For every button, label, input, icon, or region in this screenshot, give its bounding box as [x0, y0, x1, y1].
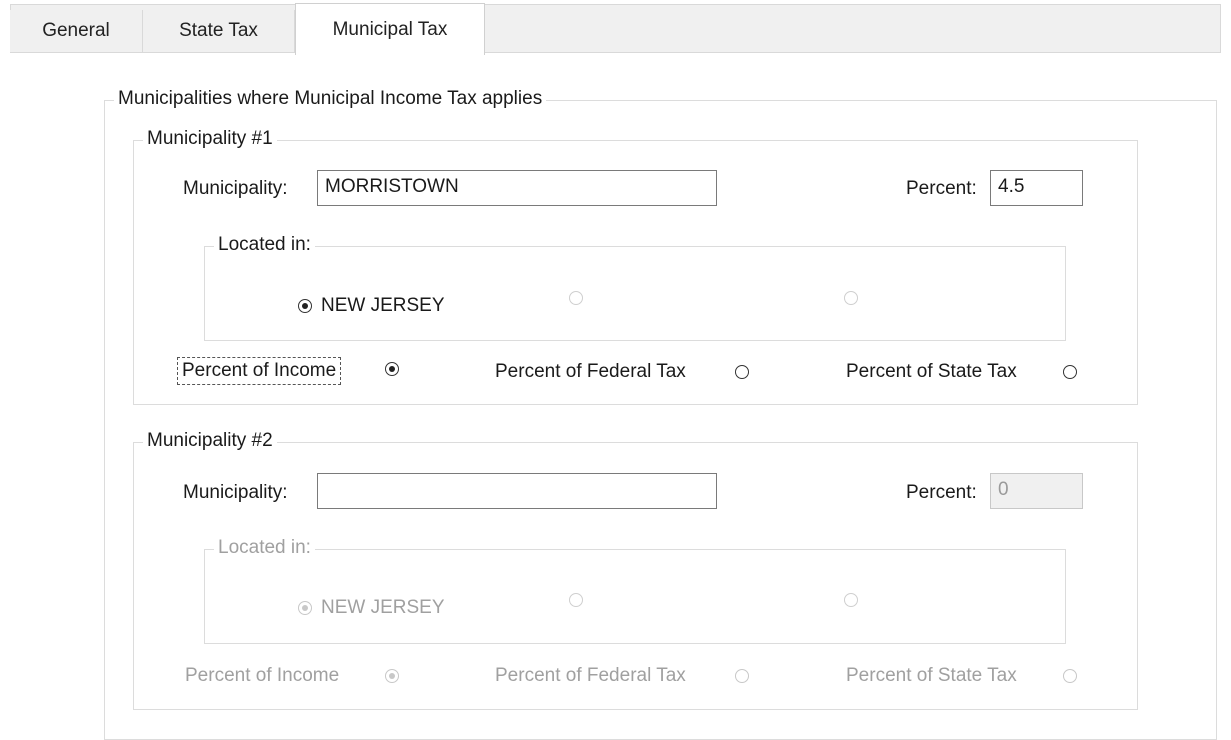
municipality-2-located-new-jersey-label: NEW JERSEY: [321, 597, 445, 618]
municipality-1-percent-of-income-label: Percent of Income: [176, 357, 342, 385]
municipality-1-located-option-2-radio[interactable]: [569, 291, 583, 305]
tab-state-tax[interactable]: State Tax: [143, 10, 295, 52]
municipality-1-located-in-group: [204, 246, 1066, 341]
municipality-1-located-option-3-radio[interactable]: [844, 291, 858, 305]
municipality-1-percent-of-state-tax-radio[interactable]: [1063, 365, 1077, 379]
municipality-1-percent-of-federal-tax-label: Percent of Federal Tax: [495, 361, 686, 382]
municipality-1-located-new-jersey-radio[interactable]: [298, 299, 312, 313]
tab-divider: [10, 52, 1221, 53]
municipality-2-located-option-2-radio[interactable]: [569, 593, 583, 607]
municipality-2-located-option-3-radio[interactable]: [844, 593, 858, 607]
municipality-2-located-in-title: Located in:: [214, 537, 315, 559]
municipality-2-percent-of-income-radio[interactable]: [385, 669, 399, 683]
municipality-2-percent-of-federal-tax-label: Percent of Federal Tax: [495, 665, 686, 686]
municipality-2-percent-of-federal-tax-radio[interactable]: [735, 669, 749, 683]
tab-bar: General State Tax Municipal Tax: [0, 0, 1231, 56]
municipality-2-percent-of-income-label: Percent of Income: [185, 665, 340, 686]
municipality-1-percent-of-federal-tax-radio[interactable]: [735, 365, 749, 379]
tab-municipal-tax[interactable]: Municipal Tax: [295, 3, 485, 55]
municipality-1-input[interactable]: MORRISTOWN: [317, 170, 717, 206]
municipality-2-percent-of-state-tax-label: Percent of State Tax: [846, 665, 1017, 686]
municipality-1-percent-of-state-tax-label: Percent of State Tax: [846, 361, 1017, 382]
municipality-1-percent-label: Percent:: [906, 178, 977, 199]
municipality-1-located-in-title: Located in:: [214, 234, 315, 256]
municipality-2-percent-input[interactable]: 0: [990, 473, 1083, 509]
municipality-2-label: Municipality:: [183, 482, 288, 503]
municipality-2-title: Municipality #2: [143, 430, 277, 452]
municipality-1-percent-of-income-radio[interactable]: [385, 362, 399, 376]
tab-general[interactable]: General: [10, 10, 143, 52]
municipalities-group-title: Municipalities where Municipal Income Ta…: [114, 88, 547, 110]
municipality-1-located-new-jersey-label: NEW JERSEY: [321, 295, 445, 316]
municipality-1-title: Municipality #1: [143, 128, 277, 150]
municipality-1-label: Municipality:: [183, 178, 288, 199]
municipality-2-located-new-jersey-radio[interactable]: [298, 601, 312, 615]
municipality-2-input[interactable]: [317, 473, 717, 509]
municipality-2-percent-of-state-tax-radio[interactable]: [1063, 669, 1077, 683]
municipality-1-percent-input[interactable]: 4.5: [990, 170, 1083, 206]
municipality-2-percent-label: Percent:: [906, 482, 977, 503]
